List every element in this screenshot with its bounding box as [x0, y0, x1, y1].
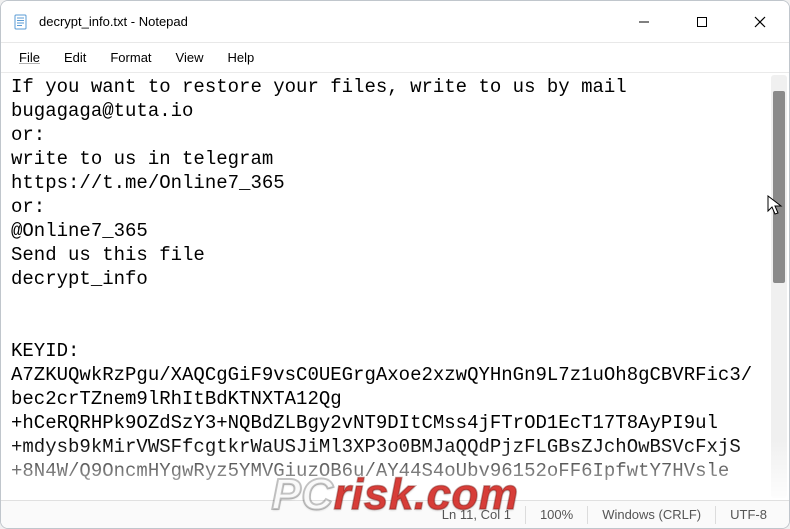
vertical-scrollbar[interactable] — [771, 75, 787, 498]
menu-format[interactable]: Format — [98, 46, 163, 69]
statusbar: Ln 11, Col 1 100% Windows (CRLF) UTF-8 — [1, 500, 789, 528]
window-title: decrypt_info.txt - Notepad — [39, 14, 615, 29]
notepad-icon — [13, 14, 29, 30]
menu-edit[interactable]: Edit — [52, 46, 98, 69]
menubar: File Edit Format View Help — [1, 43, 789, 73]
scroll-thumb[interactable] — [773, 91, 785, 283]
close-button[interactable] — [731, 1, 789, 42]
minimize-button[interactable] — [615, 1, 673, 42]
titlebar[interactable]: decrypt_info.txt - Notepad — [1, 1, 789, 43]
text-editor[interactable]: If you want to restore your files, write… — [1, 73, 771, 500]
menu-help[interactable]: Help — [215, 46, 266, 69]
status-zoom: 100% — [525, 506, 587, 524]
status-line-ending: Windows (CRLF) — [587, 506, 715, 524]
status-encoding: UTF-8 — [715, 506, 781, 524]
status-position: Ln 11, Col 1 — [428, 506, 525, 524]
window-controls — [615, 1, 789, 42]
notepad-window: decrypt_info.txt - Notepad File Edit For… — [0, 0, 790, 529]
maximize-button[interactable] — [673, 1, 731, 42]
content-area: If you want to restore your files, write… — [1, 73, 789, 500]
menu-view[interactable]: View — [164, 46, 216, 69]
menu-file[interactable]: File — [7, 46, 52, 69]
